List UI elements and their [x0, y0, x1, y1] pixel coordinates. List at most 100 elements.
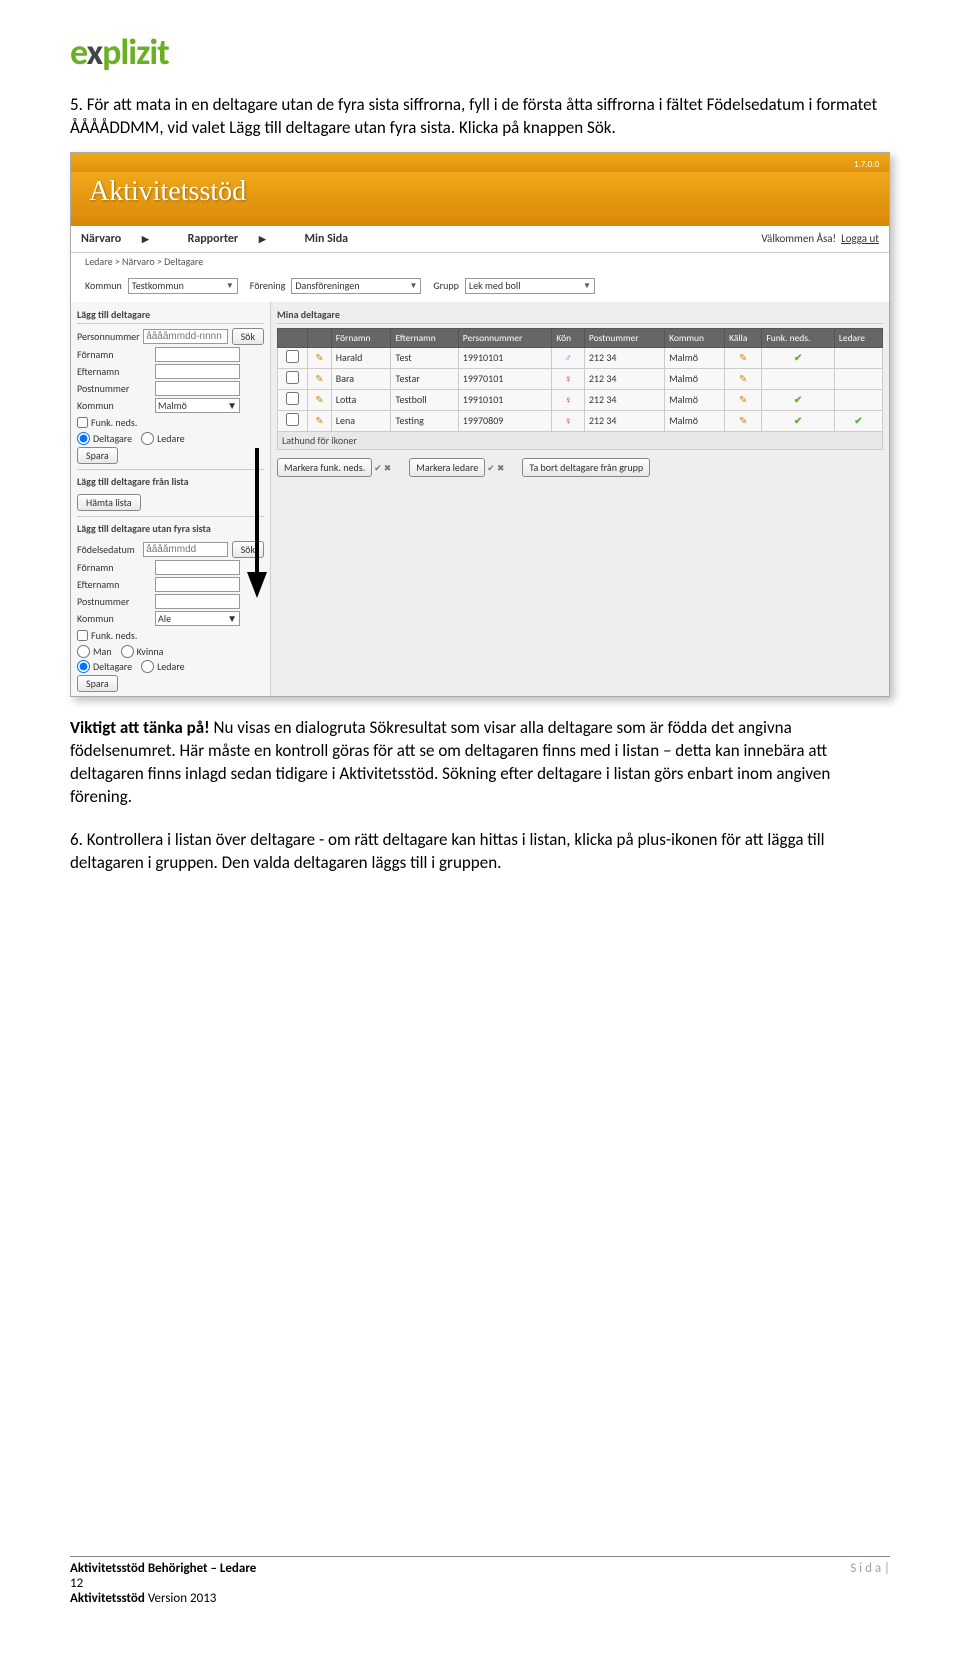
- cell-ledare: ✔: [834, 410, 882, 431]
- cell-fornamn: Lena: [331, 410, 391, 431]
- kommun-select-2[interactable]: Ale▼: [155, 611, 240, 626]
- filter-kommun-select[interactable]: Testkommun▼: [128, 278, 238, 294]
- page-footer: Aktivitetsstöd Behörighet – Ledare 12 Ak…: [70, 1556, 890, 1606]
- table-header: Kön: [552, 328, 584, 347]
- nav-rapporter[interactable]: Rapporter ▶: [188, 232, 284, 246]
- kalla-icon: ✎: [725, 368, 762, 389]
- breadcrumb: Ledare > Närvaro > Deltagare: [71, 253, 889, 274]
- fodelsedatum-label: Födelsedatum: [77, 543, 143, 556]
- action-button-bar: Markera funk. neds.✔✖ Markera ledare✔✖ T…: [277, 458, 883, 477]
- table-header: Kommun: [665, 328, 725, 347]
- section-add-without-four: Lägg till deltagare utan fyra sista: [77, 520, 264, 537]
- hamta-lista-button[interactable]: Hämta lista: [77, 494, 141, 511]
- fornamn-input[interactable]: [155, 347, 240, 362]
- kommun-select-1[interactable]: Malmö▼: [155, 398, 240, 413]
- table-header: Efternamn: [391, 328, 458, 347]
- table-title: Mina deltagare: [277, 306, 883, 324]
- app-title: Aktivitetsstöd: [71, 172, 889, 226]
- filter-row: Kommun Testkommun▼ Förening Dansförening…: [71, 274, 889, 302]
- ledare-radio-2[interactable]: [141, 660, 154, 673]
- efternamn-input[interactable]: [155, 364, 240, 379]
- personnummer-input[interactable]: [143, 329, 228, 344]
- table-header: [308, 328, 332, 347]
- postnummer-label-2: Postnummer: [77, 595, 155, 608]
- table-row: ✎LenaTesting19970809♀212 34Malmö✎✔✔: [278, 410, 883, 431]
- cell-efternamn: Testar: [391, 368, 458, 389]
- sidebar: Lägg till deltagare Personnummer Sök För…: [71, 302, 271, 696]
- kvinna-radio[interactable]: [121, 645, 134, 658]
- fodelsedatum-input[interactable]: [143, 542, 228, 557]
- spara-button-1[interactable]: Spara: [77, 447, 118, 464]
- cell-postnummer: 212 34: [584, 389, 664, 410]
- table-header: Funk. neds.: [762, 328, 834, 347]
- footer-title: Aktivitetsstöd Behörighet – Ledare: [70, 1561, 256, 1576]
- logo-part3: plizit: [102, 30, 169, 74]
- funk-checkbox-1[interactable]: [77, 417, 88, 428]
- edit-icon[interactable]: ✎: [308, 368, 332, 389]
- footer-app: Aktivitetsstöd: [70, 1591, 145, 1606]
- cell-efternamn: Test: [391, 347, 458, 368]
- sok-button-1[interactable]: Sök: [232, 328, 264, 345]
- edit-icon[interactable]: ✎: [308, 410, 332, 431]
- app-version: 1.7.0.0: [71, 153, 889, 172]
- logo: explizit: [70, 30, 890, 74]
- cell-fornamn: Lotta: [331, 389, 391, 410]
- cell-personnummer: 19910101: [458, 389, 552, 410]
- instruction-step-6: 6. Kontrollera i listan över deltagare -…: [70, 829, 890, 875]
- cell-efternamn: Testboll: [391, 389, 458, 410]
- filter-forening-select[interactable]: Dansföreningen▼: [291, 278, 421, 294]
- kommun-label-2: Kommun: [77, 612, 155, 625]
- efternamn-input-2[interactable]: [155, 577, 240, 592]
- filter-kommun-label: Kommun: [85, 279, 122, 292]
- postnummer-input-2[interactable]: [155, 594, 240, 609]
- cell-kon: ♀: [552, 410, 584, 431]
- deltagare-radio-1[interactable]: [77, 432, 90, 445]
- cell-kon: ♂: [552, 347, 584, 368]
- logout-link[interactable]: Logga ut: [841, 232, 879, 245]
- edit-icon[interactable]: ✎: [308, 389, 332, 410]
- instruction-step-5: 5. För att mata in en deltagare utan de …: [70, 94, 890, 140]
- table-header: Postnummer: [584, 328, 664, 347]
- section-add-participant: Lägg till deltagare: [77, 306, 264, 324]
- man-radio[interactable]: [77, 645, 90, 658]
- check-icon: ✔: [374, 463, 382, 474]
- table-row: ✎LottaTestboll19910101♀212 34Malmö✎✔: [278, 389, 883, 410]
- cell-kon: ♀: [552, 389, 584, 410]
- logo-part2: x: [87, 30, 103, 74]
- cell-personnummer: 19970809: [458, 410, 552, 431]
- ta-bort-button[interactable]: Ta bort deltagare från grupp: [522, 458, 650, 477]
- cross-icon: ✖: [384, 463, 392, 474]
- app-nav: Närvaro ▶ Rapporter ▶ Min Sida Välkommen…: [71, 226, 889, 253]
- row-checkbox[interactable]: [278, 389, 308, 410]
- cell-ledare: [834, 368, 882, 389]
- spara-button-2[interactable]: Spara: [77, 675, 118, 692]
- cell-kommun: Malmö: [665, 368, 725, 389]
- table-header: [278, 328, 308, 347]
- markera-ledare-button[interactable]: Markera ledare: [409, 458, 485, 477]
- lathund-row[interactable]: Lathund för ikoner: [278, 431, 883, 449]
- table-header: Personnummer: [458, 328, 552, 347]
- kalla-icon: ✎: [725, 410, 762, 431]
- ledare-radio-1[interactable]: [141, 432, 154, 445]
- row-checkbox[interactable]: [278, 410, 308, 431]
- filter-grupp-select[interactable]: Lek med boll▼: [465, 278, 595, 294]
- postnummer-input[interactable]: [155, 381, 240, 396]
- edit-icon[interactable]: ✎: [308, 347, 332, 368]
- fornamn-input-2[interactable]: [155, 560, 240, 575]
- nav-narvaro[interactable]: Närvaro ▶: [81, 232, 167, 246]
- table-header: Ledare: [834, 328, 882, 347]
- row-checkbox[interactable]: [278, 347, 308, 368]
- funk-checkbox-2[interactable]: [77, 630, 88, 641]
- cell-kommun: Malmö: [665, 410, 725, 431]
- filter-grupp-label: Grupp: [433, 279, 459, 292]
- cell-ledare: [834, 389, 882, 410]
- deltagare-radio-2[interactable]: [77, 660, 90, 673]
- nav-minsida[interactable]: Min Sida: [305, 232, 349, 246]
- table-header: Förnamn: [331, 328, 391, 347]
- main-panel: Mina deltagare FörnamnEfternamnPersonnum…: [271, 302, 889, 696]
- fornamn-label: Förnamn: [77, 348, 155, 361]
- row-checkbox[interactable]: [278, 368, 308, 389]
- table-row: ✎HaraldTest19910101♂212 34Malmö✎✔: [278, 347, 883, 368]
- cell-funk: ✔: [762, 389, 834, 410]
- table-header: Källa: [725, 328, 762, 347]
